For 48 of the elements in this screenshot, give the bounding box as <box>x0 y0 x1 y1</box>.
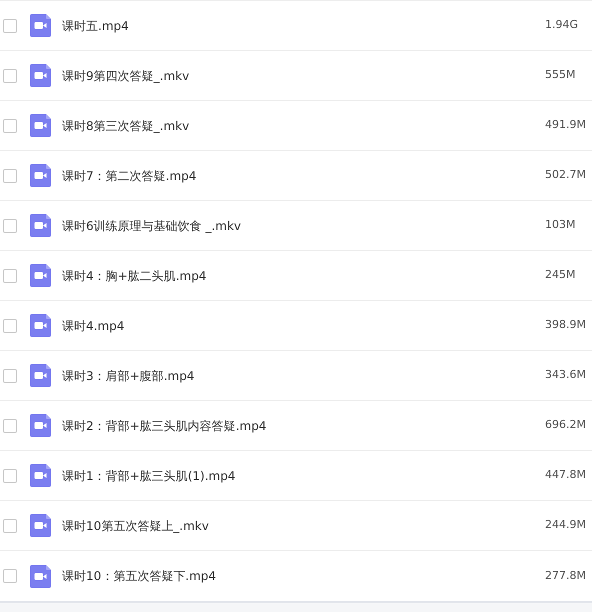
file-size: 277.8M <box>545 568 587 584</box>
video-file-icon <box>30 514 51 537</box>
checkbox[interactable] <box>3 118 17 132</box>
file-name[interactable]: 课时6训练原理与基础饮食 _.mkv <box>62 216 242 234</box>
video-file-icon <box>30 314 51 337</box>
file-name[interactable]: 课时4.mp4 <box>62 316 124 334</box>
file-name[interactable]: 课时7：第二次答疑.mp4 <box>62 166 196 184</box>
file-name[interactable]: 课时2：背部+肱三头肌内容答疑.mp4 <box>62 416 266 434</box>
video-file-icon <box>30 114 51 137</box>
file-size: 244.9M <box>545 517 587 534</box>
file-name[interactable]: 课时10：第五次答疑下.mp4 <box>62 567 216 585</box>
file-name[interactable]: 课时4：胸+肱二头肌.mp4 <box>62 266 206 284</box>
file-size: 555M <box>545 67 576 84</box>
checkbox[interactable] <box>3 168 17 182</box>
video-file-icon <box>30 464 51 487</box>
checkbox[interactable] <box>3 518 17 532</box>
file-name[interactable]: 课时8第三次答疑_.mkv <box>62 116 190 134</box>
video-file-icon <box>30 64 51 87</box>
file-size: 398.9M <box>545 317 587 334</box>
video-file-icon <box>30 164 51 187</box>
file-name[interactable]: 课时9第四次答疑_.mkv <box>62 66 190 84</box>
file-name[interactable]: 课时五.mp4 <box>62 16 129 34</box>
checkbox[interactable] <box>3 468 17 482</box>
file-size: 245M <box>545 267 576 284</box>
file-size: 1.94G <box>545 17 580 34</box>
checkbox[interactable] <box>3 318 17 332</box>
checkbox[interactable] <box>3 68 17 82</box>
file-name[interactable]: 课时1：背部+肱三头肌(1).mp4 <box>62 466 236 484</box>
checkbox[interactable] <box>3 368 17 382</box>
file-name[interactable]: 课时10第五次答疑上_.mkv <box>62 516 209 534</box>
file-size: 502.7M <box>545 167 587 184</box>
file-size: 696.2M <box>545 417 587 434</box>
checkbox[interactable] <box>3 569 17 583</box>
checkbox[interactable] <box>3 418 17 432</box>
checkbox[interactable] <box>3 18 17 32</box>
file-name[interactable]: 课时3：肩部+腹部.mp4 <box>62 366 194 384</box>
checkbox[interactable] <box>3 218 17 232</box>
checkbox[interactable] <box>3 268 17 282</box>
video-file-icon <box>30 414 51 437</box>
file-size: 447.8M <box>545 467 587 484</box>
video-file-icon <box>30 564 51 588</box>
video-file-icon <box>30 14 51 37</box>
file-size: 103M <box>545 217 576 234</box>
video-file-icon <box>30 264 51 287</box>
video-file-icon <box>30 214 51 237</box>
file-size: 491.9M <box>545 117 587 134</box>
file-size: 343.6M <box>545 367 587 384</box>
video-file-icon <box>30 364 51 387</box>
